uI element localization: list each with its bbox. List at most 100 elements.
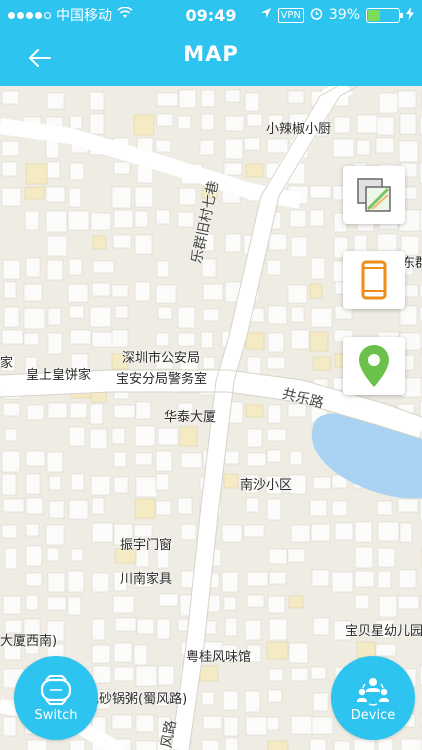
building-block <box>378 595 398 618</box>
building-block <box>135 665 158 687</box>
building-block <box>376 233 398 252</box>
building-block <box>268 233 288 251</box>
building-block <box>89 428 108 450</box>
building-block <box>2 716 17 737</box>
building-block <box>311 716 334 735</box>
building-block <box>245 497 260 513</box>
building-block <box>266 428 287 442</box>
charging-icon <box>406 6 414 24</box>
building-block <box>177 497 193 515</box>
building-block <box>268 571 287 585</box>
layers-icon <box>357 178 391 212</box>
building-block <box>378 92 399 114</box>
building-block <box>309 185 332 199</box>
device-button[interactable]: Device <box>331 656 415 740</box>
poi-label: 川南家具 <box>120 572 173 587</box>
building-block <box>68 305 85 319</box>
building-block <box>223 162 243 176</box>
signal-icon <box>8 11 51 19</box>
map-layers-button[interactable] <box>343 166 405 224</box>
building-block <box>221 571 239 593</box>
building-block <box>246 571 269 587</box>
building-block <box>47 572 66 593</box>
building-block <box>67 283 89 303</box>
app-header: MAP <box>0 30 422 86</box>
building-block <box>266 716 280 731</box>
watch-icon <box>40 674 72 705</box>
building-block <box>91 644 111 664</box>
building-block <box>201 739 220 750</box>
building-block <box>268 548 288 565</box>
building-block <box>224 737 239 750</box>
building-block <box>246 594 265 608</box>
back-button[interactable] <box>24 42 56 74</box>
building-block <box>312 617 330 636</box>
building-block <box>113 642 133 663</box>
building-block <box>376 500 393 516</box>
map-view[interactable]: 小辣椒小厨 东群 家 皇上皇饼家 深圳市公安局 宝安分局警务室 华泰大厦 南沙小… <box>0 86 422 750</box>
building-block <box>47 307 62 326</box>
building-block <box>267 595 286 614</box>
device-label: Device <box>350 707 396 723</box>
building-block <box>45 210 68 233</box>
switch-button[interactable]: Switch <box>14 656 98 740</box>
building-block <box>133 114 155 136</box>
building-block <box>70 473 85 491</box>
building-block <box>69 402 88 419</box>
building-block <box>134 498 156 519</box>
building-block <box>1 187 22 207</box>
building-block <box>243 137 261 151</box>
building-block <box>400 738 422 750</box>
building-block <box>67 570 85 593</box>
my-location-button[interactable] <box>343 337 405 395</box>
building-block <box>177 115 192 130</box>
building-block <box>398 569 417 589</box>
building-block <box>113 209 134 229</box>
people-icon <box>357 677 389 706</box>
building-block <box>135 401 152 420</box>
building-block <box>111 427 126 445</box>
building-block <box>309 499 328 517</box>
building-block <box>4 547 18 570</box>
building-block <box>246 428 263 448</box>
switch-label: Switch <box>34 707 78 723</box>
building-block <box>377 570 392 589</box>
building-block <box>375 643 397 657</box>
building-block <box>155 500 172 516</box>
building-block <box>333 740 351 750</box>
building-block <box>156 618 171 640</box>
building-block <box>223 716 239 737</box>
status-left: 中国移动 <box>8 5 158 25</box>
building-block <box>91 522 114 543</box>
building-block <box>312 692 329 712</box>
building-block <box>266 449 282 463</box>
building-block <box>92 665 112 684</box>
wifi-icon <box>117 6 133 23</box>
building-block <box>48 500 65 519</box>
building-block <box>112 595 135 614</box>
building-block <box>222 690 239 711</box>
building-block <box>290 715 313 735</box>
building-block <box>290 329 310 350</box>
building-block <box>1 473 17 496</box>
building-block <box>354 546 374 569</box>
building-block <box>331 571 354 593</box>
building-block <box>46 161 61 179</box>
building-block <box>114 617 137 632</box>
building-block <box>201 691 215 706</box>
building-block <box>2 259 21 280</box>
poi-label: 记砂锅粥(蜀风路) <box>86 692 188 707</box>
building-block <box>266 641 289 660</box>
building-block <box>155 284 177 304</box>
building-block <box>91 282 111 297</box>
status-bar: 中国移动 09:49 VPN 39% <box>0 0 422 30</box>
locate-device-button[interactable] <box>343 251 405 309</box>
building-block <box>224 233 242 253</box>
building-block <box>290 524 311 543</box>
building-block <box>155 450 173 472</box>
building-block <box>266 259 282 276</box>
poi-label: 皇上皇饼家 <box>26 368 92 383</box>
building-block <box>2 595 22 615</box>
building-block <box>91 497 105 515</box>
building-block <box>376 116 395 136</box>
